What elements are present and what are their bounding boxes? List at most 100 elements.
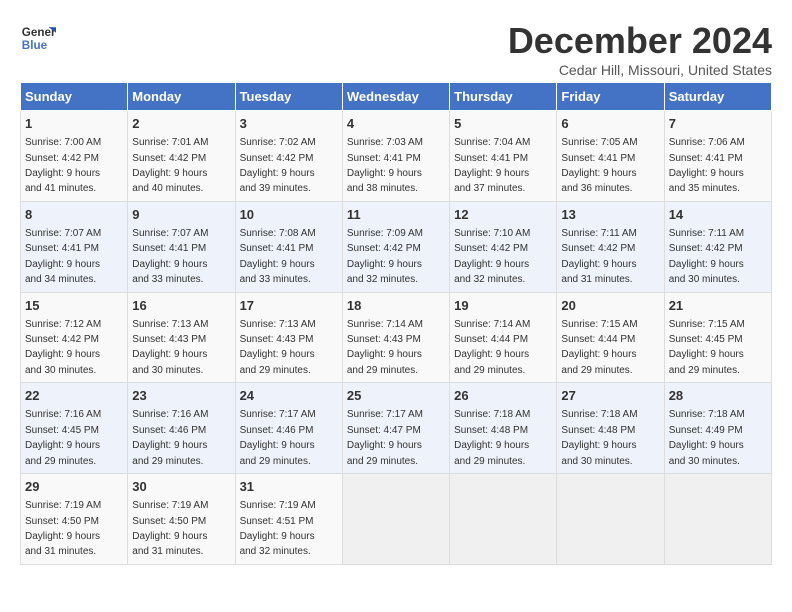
calendar-cell (664, 474, 771, 565)
day-info: Sunrise: 7:08 AM Sunset: 4:41 PM Dayligh… (240, 228, 316, 285)
calendar-week-row: 29 Sunrise: 7:19 AM Sunset: 4:50 PM Dayli… (21, 474, 772, 565)
calendar-cell: 8 Sunrise: 7:07 AM Sunset: 4:41 PM Daylig… (21, 201, 128, 292)
day-number: 10 (240, 206, 338, 224)
day-number: 26 (454, 387, 552, 405)
calendar-week-row: 1 Sunrise: 7:00 AM Sunset: 4:42 PM Daylig… (21, 111, 772, 202)
day-number: 22 (25, 387, 123, 405)
calendar-cell: 1 Sunrise: 7:00 AM Sunset: 4:42 PM Daylig… (21, 111, 128, 202)
calendar-cell: 25 Sunrise: 7:17 AM Sunset: 4:47 PM Dayli… (342, 383, 449, 474)
day-number: 6 (561, 115, 659, 133)
calendar-cell: 14Sunrise: 7:11 AM Sunset: 4:42 PM Dayli… (664, 201, 771, 292)
calendar-cell: 17 Sunrise: 7:13 AM Sunset: 4:43 PM Dayli… (235, 292, 342, 383)
calendar-cell: 20 Sunrise: 7:15 AM Sunset: 4:44 PM Dayli… (557, 292, 664, 383)
day-info: Sunrise: 7:19 AM Sunset: 4:50 PM Dayligh… (25, 500, 101, 557)
calendar-cell: 5 Sunrise: 7:04 AM Sunset: 4:41 PM Daylig… (450, 111, 557, 202)
header-wednesday: Wednesday (342, 83, 449, 111)
header-saturday: Saturday (664, 83, 771, 111)
day-number: 5 (454, 115, 552, 133)
day-info: Sunrise: 7:15 AM Sunset: 4:44 PM Dayligh… (561, 319, 637, 376)
calendar-cell: 31 Sunrise: 7:19 AM Sunset: 4:51 PM Dayli… (235, 474, 342, 565)
day-number: 21 (669, 297, 767, 315)
calendar-cell: 15Sunrise: 7:12 AM Sunset: 4:42 PM Dayli… (21, 292, 128, 383)
day-info: Sunrise: 7:10 AM Sunset: 4:42 PM Dayligh… (454, 228, 530, 285)
day-number: 3 (240, 115, 338, 133)
day-info: Sunrise: 7:01 AM Sunset: 4:42 PM Dayligh… (132, 137, 208, 194)
calendar-week-row: 22Sunrise: 7:16 AM Sunset: 4:45 PM Dayli… (21, 383, 772, 474)
day-info: Sunrise: 7:13 AM Sunset: 4:43 PM Dayligh… (240, 319, 316, 376)
calendar-cell: 29 Sunrise: 7:19 AM Sunset: 4:50 PM Dayli… (21, 474, 128, 565)
calendar-week-row: 8 Sunrise: 7:07 AM Sunset: 4:41 PM Daylig… (21, 201, 772, 292)
day-number: 28 (669, 387, 767, 405)
day-info: Sunrise: 7:12 AM Sunset: 4:42 PM Dayligh… (25, 319, 101, 376)
calendar-cell: 16 Sunrise: 7:13 AM Sunset: 4:43 PM Dayli… (128, 292, 235, 383)
day-info: Sunrise: 7:14 AM Sunset: 4:44 PM Dayligh… (454, 319, 530, 376)
calendar-cell (557, 474, 664, 565)
day-info: Sunrise: 7:04 AM Sunset: 4:41 PM Dayligh… (454, 137, 530, 194)
calendar-table: SundayMondayTuesdayWednesdayThursdayFrid… (20, 82, 772, 565)
day-info: Sunrise: 7:00 AM Sunset: 4:42 PM Dayligh… (25, 137, 101, 194)
svg-text:Blue: Blue (22, 39, 48, 52)
day-info: Sunrise: 7:13 AM Sunset: 4:43 PM Dayligh… (132, 319, 208, 376)
day-number: 20 (561, 297, 659, 315)
page-header: General Blue December 2024 Cedar Hill, M… (20, 20, 772, 78)
day-number: 9 (132, 206, 230, 224)
day-info: Sunrise: 7:11 AM Sunset: 4:42 PM Dayligh… (669, 228, 744, 285)
day-number: 11 (347, 206, 445, 224)
calendar-cell: 10 Sunrise: 7:08 AM Sunset: 4:41 PM Dayli… (235, 201, 342, 292)
day-number: 12 (454, 206, 552, 224)
calendar-cell: 6 Sunrise: 7:05 AM Sunset: 4:41 PM Daylig… (557, 111, 664, 202)
day-info: Sunrise: 7:15 AM Sunset: 4:45 PM Dayligh… (669, 319, 745, 376)
day-info: Sunrise: 7:17 AM Sunset: 4:46 PM Dayligh… (240, 409, 316, 466)
day-info: Sunrise: 7:17 AM Sunset: 4:47 PM Dayligh… (347, 409, 423, 466)
calendar-cell: 18 Sunrise: 7:14 AM Sunset: 4:43 PM Dayli… (342, 292, 449, 383)
day-info: Sunrise: 7:18 AM Sunset: 4:48 PM Dayligh… (561, 409, 637, 466)
calendar-cell: 26 Sunrise: 7:18 AM Sunset: 4:48 PM Dayli… (450, 383, 557, 474)
day-number: 30 (132, 478, 230, 496)
day-number: 24 (240, 387, 338, 405)
day-number: 19 (454, 297, 552, 315)
day-info: Sunrise: 7:14 AM Sunset: 4:43 PM Dayligh… (347, 319, 423, 376)
day-number: 1 (25, 115, 123, 133)
calendar-cell: 11Sunrise: 7:09 AM Sunset: 4:42 PM Dayli… (342, 201, 449, 292)
calendar-cell: 24 Sunrise: 7:17 AM Sunset: 4:46 PM Dayli… (235, 383, 342, 474)
header-thursday: Thursday (450, 83, 557, 111)
day-info: Sunrise: 7:07 AM Sunset: 4:41 PM Dayligh… (25, 228, 101, 285)
calendar-cell: 23 Sunrise: 7:16 AM Sunset: 4:46 PM Dayli… (128, 383, 235, 474)
calendar-cell: 12 Sunrise: 7:10 AM Sunset: 4:42 PM Dayli… (450, 201, 557, 292)
day-number: 16 (132, 297, 230, 315)
day-number: 7 (669, 115, 767, 133)
calendar-cell: 27 Sunrise: 7:18 AM Sunset: 4:48 PM Dayli… (557, 383, 664, 474)
day-number: 25 (347, 387, 445, 405)
calendar-cell: 21 Sunrise: 7:15 AM Sunset: 4:45 PM Dayli… (664, 292, 771, 383)
day-info: Sunrise: 7:18 AM Sunset: 4:48 PM Dayligh… (454, 409, 530, 466)
logo: General Blue (20, 20, 56, 56)
day-number: 18 (347, 297, 445, 315)
calendar-cell: 13Sunrise: 7:11 AM Sunset: 4:42 PM Dayli… (557, 201, 664, 292)
calendar-week-row: 15Sunrise: 7:12 AM Sunset: 4:42 PM Dayli… (21, 292, 772, 383)
logo-icon: General Blue (20, 20, 56, 56)
calendar-cell: 19 Sunrise: 7:14 AM Sunset: 4:44 PM Dayli… (450, 292, 557, 383)
day-info: Sunrise: 7:05 AM Sunset: 4:41 PM Dayligh… (561, 137, 637, 194)
day-info: Sunrise: 7:19 AM Sunset: 4:50 PM Dayligh… (132, 500, 208, 557)
day-info: Sunrise: 7:16 AM Sunset: 4:46 PM Dayligh… (132, 409, 208, 466)
location-title: Cedar Hill, Missouri, United States (508, 62, 772, 78)
day-number: 2 (132, 115, 230, 133)
day-number: 8 (25, 206, 123, 224)
calendar-cell: 2 Sunrise: 7:01 AM Sunset: 4:42 PM Daylig… (128, 111, 235, 202)
calendar-cell: 9 Sunrise: 7:07 AM Sunset: 4:41 PM Daylig… (128, 201, 235, 292)
day-number: 31 (240, 478, 338, 496)
day-number: 29 (25, 478, 123, 496)
day-info: Sunrise: 7:19 AM Sunset: 4:51 PM Dayligh… (240, 500, 316, 557)
calendar-cell: 22Sunrise: 7:16 AM Sunset: 4:45 PM Dayli… (21, 383, 128, 474)
header-tuesday: Tuesday (235, 83, 342, 111)
day-number: 23 (132, 387, 230, 405)
day-number: 27 (561, 387, 659, 405)
calendar-cell (342, 474, 449, 565)
day-number: 17 (240, 297, 338, 315)
header-sunday: Sunday (21, 83, 128, 111)
header-monday: Monday (128, 83, 235, 111)
calendar-header-row: SundayMondayTuesdayWednesdayThursdayFrid… (21, 83, 772, 111)
day-info: Sunrise: 7:03 AM Sunset: 4:41 PM Dayligh… (347, 137, 423, 194)
day-info: Sunrise: 7:07 AM Sunset: 4:41 PM Dayligh… (132, 228, 208, 285)
calendar-cell: 4Sunrise: 7:03 AM Sunset: 4:41 PM Daylig… (342, 111, 449, 202)
